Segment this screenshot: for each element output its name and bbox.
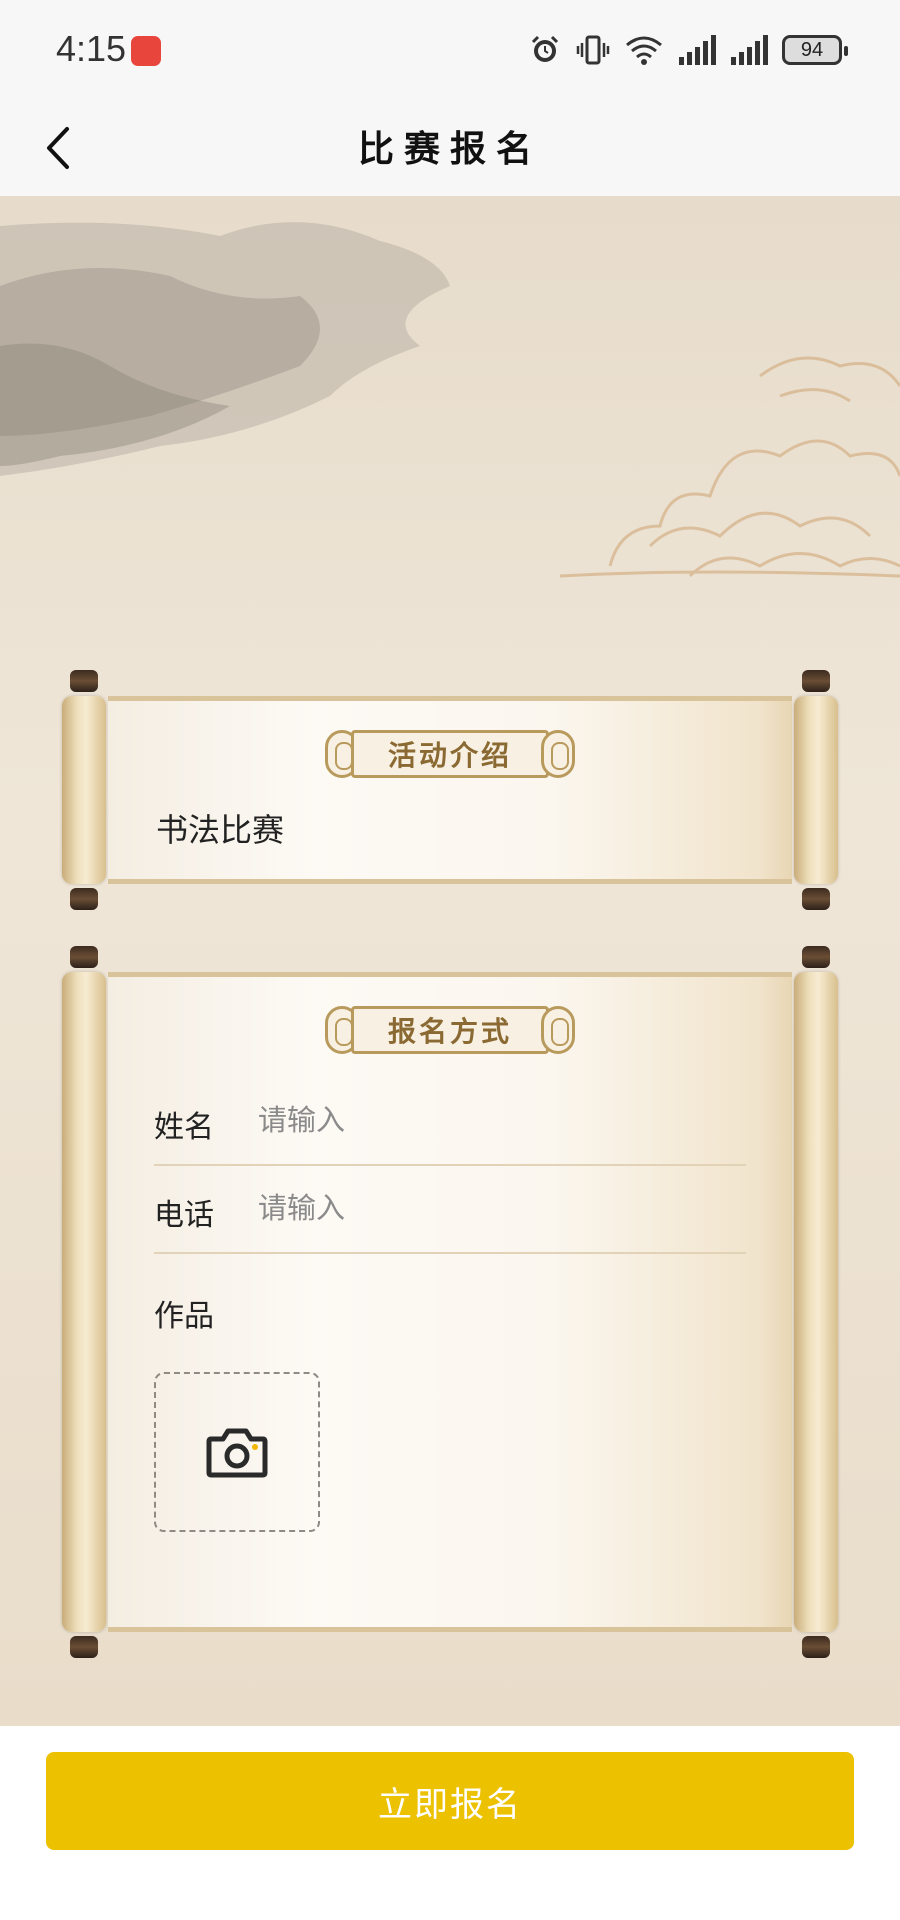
name-input[interactable] (258, 1096, 728, 1144)
parchment-background: 活动介绍 书法比赛 报名方式 姓名 电话 作品 (0, 196, 900, 1726)
wifi-icon (626, 36, 662, 65)
signal-icon (731, 35, 768, 65)
ornament-icon (541, 730, 575, 778)
nav-bar: 比赛报名 (0, 100, 900, 196)
scroll-roller (60, 946, 108, 1658)
name-field-row: 姓名 (154, 1076, 746, 1166)
phone-field-row: 电话 (154, 1164, 746, 1254)
works-label: 作品 (154, 1299, 214, 1334)
bottom-bar: 立即报名 (0, 1726, 900, 1920)
scroll-roller (792, 946, 840, 1658)
status-icons: 94 (528, 32, 848, 68)
signup-scroll: 报名方式 姓名 电话 作品 (60, 946, 840, 1658)
landscape-painting (0, 222, 900, 578)
signup-section-badge: 报名方式 (325, 1006, 575, 1054)
intro-section-badge: 活动介绍 (325, 730, 575, 778)
battery-icon: 94 (782, 35, 848, 65)
upload-works-button[interactable] (154, 1372, 320, 1532)
phone-label: 电话 (154, 1198, 214, 1233)
intro-section-title: 活动介绍 (387, 739, 512, 772)
submit-signup-button[interactable]: 立即报名 (46, 1752, 854, 1850)
intro-scroll: 活动介绍 书法比赛 (60, 670, 840, 910)
scroll-roller (792, 670, 840, 910)
phone-input[interactable] (258, 1184, 728, 1232)
alarm-icon (531, 35, 559, 62)
status-bar: 4:15 94 (0, 0, 900, 100)
camera-icon (206, 1428, 268, 1478)
scroll-roller (60, 670, 108, 910)
ornament-icon (541, 1006, 575, 1054)
vibrate-icon (576, 35, 610, 65)
name-label: 姓名 (154, 1110, 214, 1145)
signal-icon (679, 35, 716, 65)
page-title: 比赛报名 (357, 128, 542, 170)
signup-section-title: 报名方式 (387, 1015, 512, 1048)
app-notification-icon (131, 36, 161, 66)
battery-level: 94 (800, 38, 824, 61)
status-time: 4:15 (56, 28, 127, 69)
intro-scroll-paper (108, 696, 792, 884)
intro-text: 书法比赛 (156, 811, 285, 849)
